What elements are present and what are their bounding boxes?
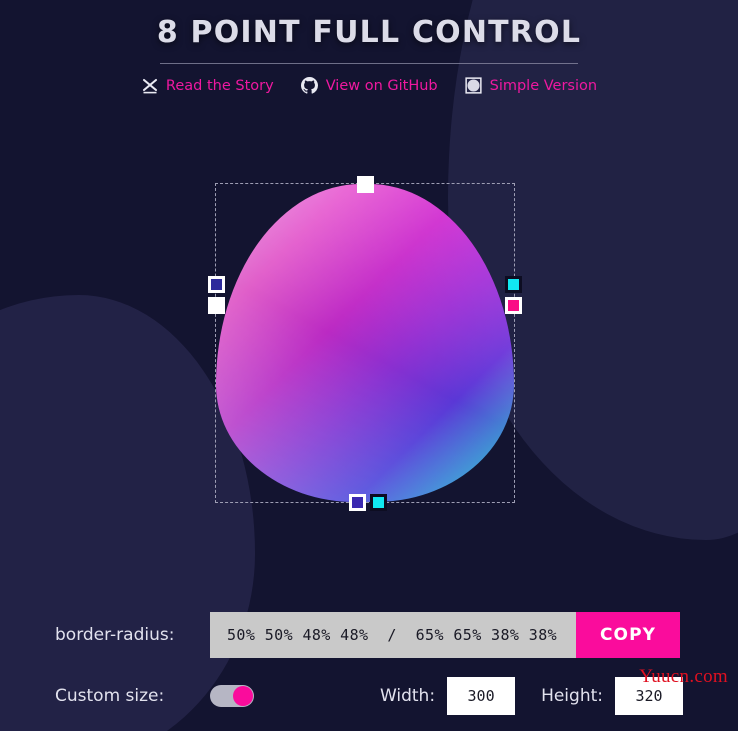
handle-bottom-right[interactable] — [370, 493, 387, 511]
width-label: Width: — [379, 686, 436, 706]
handle-right-bottom[interactable] — [505, 296, 522, 314]
height-input[interactable] — [615, 677, 683, 715]
border-radius-field-group: COPY — [210, 612, 680, 658]
handle-left-top[interactable] — [208, 275, 225, 293]
toggle-knob — [233, 686, 253, 706]
story-x-icon — [141, 77, 159, 95]
header: 8 POINT FULL CONTROL — [0, 0, 738, 64]
handle-left-bottom[interactable] — [208, 296, 225, 314]
nav-links: Read the Story View on GitHub Simple Ver… — [0, 77, 738, 95]
height-group: Height: — [541, 677, 683, 715]
border-radius-label: border-radius: — [55, 625, 175, 645]
width-input[interactable] — [447, 677, 516, 715]
border-radius-input[interactable] — [210, 612, 576, 658]
width-group: Width: — [379, 677, 516, 715]
handle-bottom-left[interactable] — [349, 493, 366, 511]
nav-link-label: Simple Version — [489, 77, 598, 94]
custom-size-label: Custom size: — [55, 686, 165, 706]
controls-panel: border-radius: COPY Custom size: Width: … — [0, 612, 738, 731]
github-icon — [301, 77, 319, 95]
handle-right-top[interactable] — [505, 275, 522, 293]
copy-button[interactable]: COPY — [576, 612, 680, 658]
height-label: Height: — [541, 686, 603, 706]
selection-box — [208, 175, 522, 511]
shape-editor-stage — [0, 105, 738, 511]
simple-version-icon — [465, 77, 483, 95]
page-root: 8 POINT FULL CONTROL Read the Story View… — [0, 0, 738, 731]
custom-size-row: Custom size: Width: Height: — [55, 677, 683, 715]
nav-link-read-the-story[interactable]: Read the Story — [141, 77, 274, 95]
nav-link-view-on-github[interactable]: View on GitHub — [301, 77, 438, 95]
custom-size-toggle[interactable] — [210, 685, 254, 707]
nav-link-label: View on GitHub — [325, 77, 438, 94]
page-title: 8 POINT FULL CONTROL — [156, 15, 582, 50]
nav-link-simple-version[interactable]: Simple Version — [465, 77, 597, 95]
handle-top[interactable] — [357, 175, 374, 193]
nav-link-label: Read the Story — [165, 77, 274, 94]
preview-shape — [216, 183, 514, 502]
title-divider — [160, 62, 578, 64]
border-radius-row: border-radius: COPY — [55, 612, 683, 658]
